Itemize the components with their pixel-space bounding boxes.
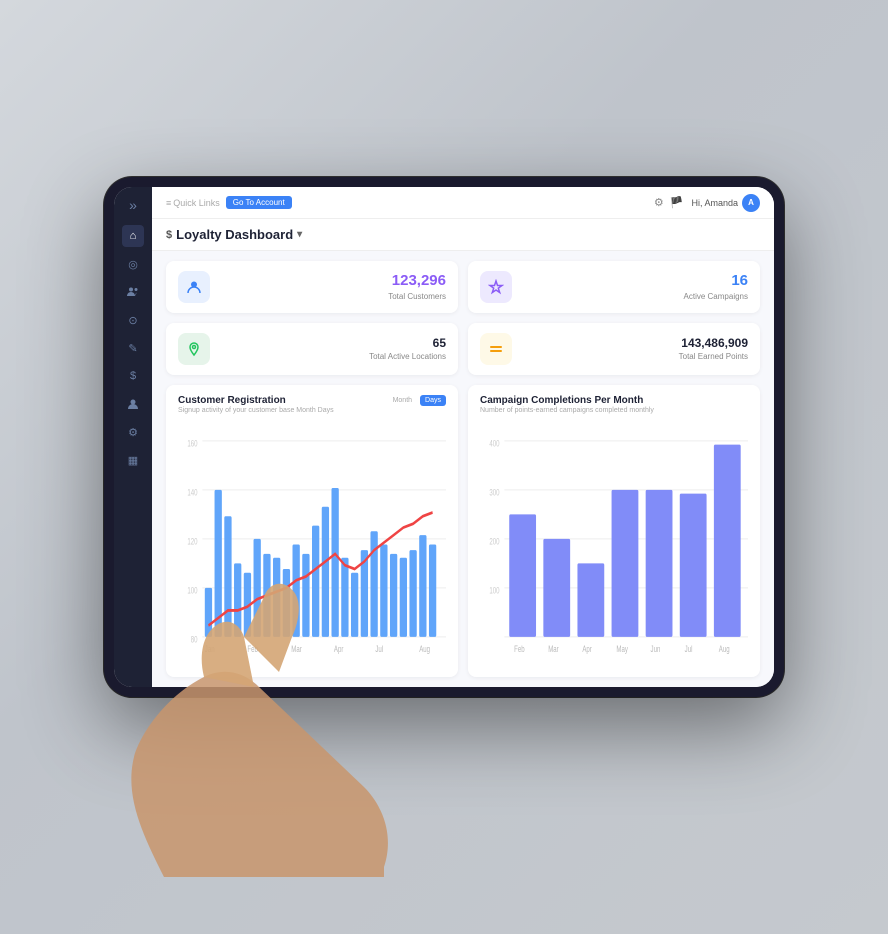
active-campaigns-label: Active Campaigns — [522, 292, 748, 301]
svg-text:120: 120 — [187, 536, 198, 547]
avatar[interactable]: A — [742, 194, 760, 212]
flag-icon[interactable]: 🏴 — [670, 196, 684, 209]
stat-text-locations: 65 Total Active Locations — [220, 337, 446, 361]
total-locations-number: 65 — [220, 337, 446, 350]
chart-area-completions: 400 300 200 100 — [480, 422, 748, 667]
svg-text:Jun: Jun — [651, 644, 661, 655]
notification-icon[interactable]: ⚙ — [654, 196, 664, 209]
active-campaigns-number: 16 — [522, 273, 748, 290]
svg-text:Jul: Jul — [685, 644, 693, 655]
stat-card-points: 143,486,909 Total Earned Points — [468, 323, 760, 375]
svg-text:200: 200 — [489, 536, 500, 547]
dashboard-title: $ Loyalty Dashboard ▾ — [166, 227, 760, 242]
chart-header-completions: Campaign Completions Per Month Number of… — [480, 395, 748, 414]
points-icon — [480, 333, 512, 365]
dashboard-header: $ Loyalty Dashboard ▾ — [152, 219, 774, 251]
dropdown-chevron-icon[interactable]: ▾ — [297, 229, 302, 240]
svg-text:140: 140 — [187, 487, 198, 498]
tablet-device: » ⌂ ◎ ⊙ ✎ $ ⚙ ▦ — [104, 237, 784, 697]
chart-header-registration: Customer Registration Signup activity of… — [178, 395, 446, 414]
svg-text:Mar: Mar — [548, 644, 559, 655]
registration-chart-svg: 160 140 120 100 80 — [178, 422, 446, 667]
top-bar-right: ⚙ 🏴 Hi, Amanda A — [654, 194, 760, 212]
sidebar-item-edit[interactable]: ✎ — [122, 337, 144, 359]
chart-title-completions: Campaign Completions Per Month Number of… — [480, 395, 654, 414]
total-points-number: 143,486,909 — [522, 337, 748, 350]
svg-text:Apr: Apr — [582, 644, 592, 655]
stats-row-1: 123,296 Total Customers 16 Active Campai… — [152, 251, 774, 323]
toggle-month-button[interactable]: Month — [388, 395, 417, 406]
stat-text-campaigns: 16 Active Campaigns — [522, 273, 748, 301]
sidebar-item-gear[interactable]: ⚙ — [122, 421, 144, 443]
location-icon — [178, 333, 210, 365]
svg-text:100: 100 — [489, 585, 500, 596]
stats-row-2: 65 Total Active Locations 143,486,909 To… — [152, 323, 774, 385]
svg-text:300: 300 — [489, 487, 500, 498]
total-points-label: Total Earned Points — [522, 352, 748, 361]
sidebar: » ⌂ ◎ ⊙ ✎ $ ⚙ ▦ — [114, 187, 152, 687]
dollar-icon: $ — [166, 229, 172, 241]
toggle-days-button[interactable]: Days — [420, 395, 446, 406]
customer-registration-card: Customer Registration Signup activity of… — [166, 385, 458, 677]
svg-text:100: 100 — [187, 585, 198, 596]
stat-card-active-campaigns: 16 Active Campaigns — [468, 261, 760, 313]
svg-text:80: 80 — [191, 634, 198, 645]
chart-title-registration: Customer Registration Signup activity of… — [178, 395, 334, 414]
sidebar-item-person[interactable] — [122, 393, 144, 415]
svg-text:Apr: Apr — [334, 644, 344, 655]
chart-toggle-registration: Month Days — [388, 395, 446, 406]
svg-text:May: May — [616, 644, 628, 655]
svg-text:Mar: Mar — [291, 644, 302, 655]
sidebar-item-settings[interactable]: ⊙ — [122, 309, 144, 331]
sidebar-item-lightbulb[interactable]: ◎ — [122, 253, 144, 275]
chart-area-registration: 160 140 120 100 80 — [178, 422, 446, 667]
sidebar-item-dollar[interactable]: $ — [122, 365, 144, 387]
total-locations-label: Total Active Locations — [220, 352, 446, 361]
svg-text:Jul: Jul — [375, 644, 383, 655]
tablet-frame: » ⌂ ◎ ⊙ ✎ $ ⚙ ▦ — [104, 177, 784, 697]
customers-icon — [178, 271, 210, 303]
svg-text:Jan: Jan — [205, 644, 215, 655]
sidebar-item-users[interactable] — [122, 281, 144, 303]
campaigns-icon — [480, 271, 512, 303]
stat-card-total-customers: 123,296 Total Customers — [166, 261, 458, 313]
completions-chart-svg: 400 300 200 100 — [480, 422, 748, 667]
svg-text:Feb: Feb — [247, 644, 258, 655]
total-customers-number: 123,296 — [220, 273, 446, 290]
svg-text:160: 160 — [187, 438, 198, 449]
go-to-account-button[interactable]: Go To Account — [226, 196, 292, 209]
campaign-completions-card: Campaign Completions Per Month Number of… — [468, 385, 760, 677]
svg-text:Feb: Feb — [514, 644, 525, 655]
top-bar-icons: ⚙ 🏴 — [654, 196, 684, 209]
main-content: ≡ Quick Links Go To Account ⚙ 🏴 Hi, Aman… — [152, 187, 774, 687]
charts-row: Customer Registration Signup activity of… — [152, 385, 774, 687]
quick-links-label: ≡ Quick Links — [166, 198, 220, 208]
sidebar-item-grid[interactable]: ▦ — [122, 449, 144, 471]
top-bar: ≡ Quick Links Go To Account ⚙ 🏴 Hi, Aman… — [152, 187, 774, 219]
stat-card-locations: 65 Total Active Locations — [166, 323, 458, 375]
stat-text-customers: 123,296 Total Customers — [220, 273, 446, 301]
stat-text-points: 143,486,909 Total Earned Points — [522, 337, 748, 361]
svg-text:Aug: Aug — [719, 644, 730, 655]
total-customers-label: Total Customers — [220, 292, 446, 301]
user-greeting: Hi, Amanda A — [691, 194, 760, 212]
tablet-screen: » ⌂ ◎ ⊙ ✎ $ ⚙ ▦ — [114, 187, 774, 687]
sidebar-item-home[interactable]: ⌂ — [122, 225, 144, 247]
sidebar-collapse-icon[interactable]: » — [129, 197, 137, 213]
svg-text:400: 400 — [489, 438, 500, 449]
top-bar-left: ≡ Quick Links Go To Account — [166, 196, 292, 209]
svg-text:Aug: Aug — [419, 644, 430, 655]
